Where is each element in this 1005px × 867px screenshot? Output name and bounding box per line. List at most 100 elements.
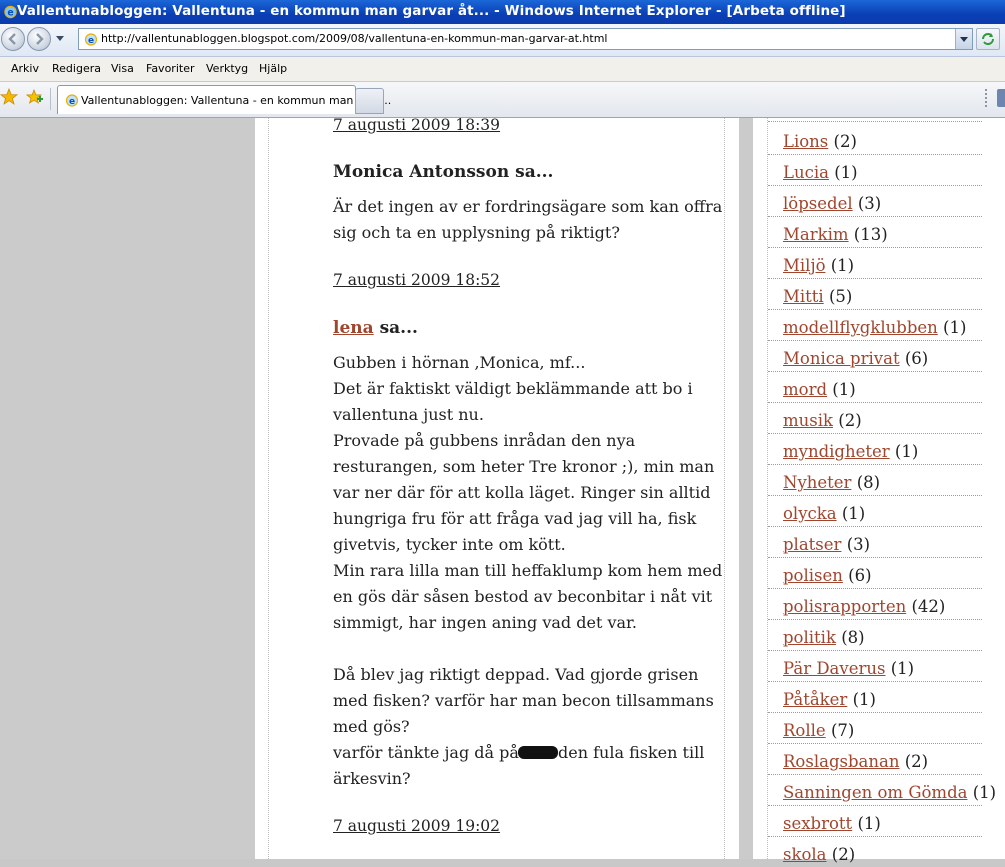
tab-bar: e Vallentunabloggen: Vallentuna - en kom…	[0, 82, 1005, 118]
label-count: (1)	[852, 690, 876, 709]
label-link[interactable]: Lions	[783, 132, 828, 151]
home-icon[interactable]	[997, 89, 1005, 107]
label-link[interactable]: platser	[783, 535, 841, 554]
menu-favoriter[interactable]: Favoriter	[146, 62, 194, 75]
comment-line: vallentuna just nu.	[333, 405, 484, 424]
label-item: Roslagsbanan (2)	[768, 744, 982, 775]
svg-text:e: e	[69, 97, 75, 107]
label-link[interactable]: Monica privat	[783, 349, 900, 368]
label-item: Pär Daverus (1)	[768, 651, 982, 682]
refresh-button[interactable]	[976, 28, 1000, 50]
author-name: Monica Antonsson	[333, 162, 510, 182]
label-item: polisen (6)	[768, 558, 982, 589]
window-title: Vallentunabloggen: Vallentuna - en kommu…	[17, 3, 846, 19]
back-button[interactable]	[1, 27, 25, 51]
label-item: Lions (2)	[768, 124, 982, 155]
label-link[interactable]: Miljö	[783, 256, 826, 275]
forward-button[interactable]	[27, 27, 51, 51]
label-link[interactable]: Rolle	[783, 721, 826, 740]
label-link[interactable]: mord	[783, 380, 827, 399]
comment-line	[333, 636, 713, 662]
label-count: (3)	[846, 535, 871, 554]
label-link[interactable]: myndigheter	[783, 442, 890, 461]
comment-line: hungriga fru för att fråga vad jag vill …	[333, 509, 697, 528]
label-link[interactable]: polisrapporten	[783, 597, 906, 616]
comment-line: Då blev jag riktigt deppad. Vad gjorde g…	[333, 665, 699, 684]
comment-line: resturangen, som heter Tre kronor ;), mi…	[333, 457, 715, 476]
label-count: (6)	[848, 566, 872, 585]
comment-author: lena sa...	[333, 318, 418, 338]
menu-arkiv[interactable]: Arkiv	[11, 62, 39, 75]
window-title-bar[interactable]: e Vallentunabloggen: Vallentuna - en kom…	[0, 0, 1005, 24]
label-count: (2)	[831, 845, 856, 864]
tab-active-page[interactable]: e Vallentunabloggen: Vallentuna - en kom…	[57, 85, 391, 114]
toolbar-grip	[985, 89, 987, 109]
comment-line: Provade på gubbens inrådan den nya	[333, 431, 636, 450]
label-item: mord (1)	[768, 372, 982, 403]
tab-separator	[50, 88, 51, 110]
label-link[interactable]: politik	[783, 628, 836, 647]
favorites-star-icon[interactable]	[0, 88, 18, 106]
label-count: (1)	[894, 442, 919, 461]
label-link[interactable]: Sanningen om Gömda	[783, 783, 967, 802]
label-count: (3)	[857, 194, 882, 213]
label-link[interactable]: Markim	[783, 225, 849, 244]
address-field[interactable]: e http://vallentunabloggen.blogspot.com/…	[78, 28, 973, 50]
menu-bar: Arkiv Redigera Visa Favoriter Verktyg Hj…	[0, 57, 1005, 82]
add-favorite-icon[interactable]	[26, 88, 44, 106]
comment-body: Gubben i hörnan ,Monica, mf... Det är fa…	[333, 350, 723, 792]
menu-verktyg[interactable]: Verktyg	[206, 62, 248, 75]
label-count: (1)	[830, 256, 855, 275]
comment-timestamp-link[interactable]: 7 augusti 2009 18:39	[333, 116, 500, 134]
label-count: (42)	[911, 597, 946, 616]
label-link[interactable]: Pär Daverus	[783, 659, 885, 678]
label-item: Påtåker (1)	[768, 682, 982, 713]
comment-timestamp-link[interactable]: 7 augusti 2009 19:02	[333, 817, 500, 835]
back-arrow-icon	[8, 33, 16, 45]
label-link[interactable]: Mitti	[783, 287, 824, 306]
label-link[interactable]: musik	[783, 411, 833, 430]
label-count: (2)	[838, 411, 862, 430]
label-count: (1)	[890, 659, 915, 678]
label-link[interactable]: skola	[783, 845, 827, 864]
svg-text:e: e	[88, 36, 94, 46]
label-count: (8)	[841, 628, 865, 647]
label-item: myndigheter (1)	[768, 434, 982, 465]
menu-visa[interactable]: Visa	[111, 62, 134, 75]
menu-redigera[interactable]: Redigera	[52, 62, 101, 75]
address-dropdown-icon[interactable]	[955, 29, 972, 49]
author-profile-link[interactable]: lena	[333, 318, 374, 338]
ie-logo-icon: e	[4, 5, 17, 18]
label-link[interactable]: Nyheter	[783, 473, 851, 492]
label-item: Lucia (1)	[768, 155, 982, 186]
recent-pages-dropdown-icon[interactable]	[56, 36, 64, 41]
label-item: sexbrott (1)	[768, 806, 982, 837]
column-rule	[268, 118, 270, 859]
comment-line-redacted: varför tänkte jag då på den fula fisken …	[333, 740, 713, 766]
menu-hjalp[interactable]: Hjälp	[259, 62, 287, 75]
comment-line: en gös där såsen bestod av beconbitar i …	[333, 587, 713, 606]
label-item: Monica privat (6)	[768, 341, 982, 372]
comment-line: givetvis, tycker inte om kött.	[333, 535, 566, 554]
label-link[interactable]: polisen	[783, 566, 843, 585]
forward-arrow-icon	[36, 33, 44, 45]
new-tab-button[interactable]	[355, 88, 384, 114]
label-count: (1)	[832, 380, 856, 399]
label-item: modellflygklubben (1)	[768, 310, 982, 341]
comment-timestamp-link[interactable]: 7 augusti 2009 18:52	[333, 271, 500, 289]
label-link[interactable]: olycka	[783, 504, 837, 523]
label-item: platser (3)	[768, 527, 982, 558]
label-link[interactable]: sexbrott	[783, 814, 852, 833]
address-toolbar: e http://vallentunabloggen.blogspot.com/…	[0, 24, 1005, 57]
label-link[interactable]: löpsedel	[783, 194, 853, 213]
label-link[interactable]: modellflygklubben	[783, 318, 938, 337]
label-item: politik (8)	[768, 620, 982, 651]
label-link[interactable]: Roslagsbanan	[783, 752, 899, 771]
label-item: löpsedel (3)	[768, 186, 982, 217]
comment-line: Min rara lilla man till heffaklump kom h…	[333, 561, 723, 580]
label-link[interactable]: Påtåker	[783, 690, 847, 709]
label-count: (1)	[972, 783, 997, 802]
label-link[interactable]: Lucia	[783, 163, 829, 182]
tab-favicon-icon: e	[65, 94, 79, 107]
svg-text:e: e	[7, 7, 13, 18]
